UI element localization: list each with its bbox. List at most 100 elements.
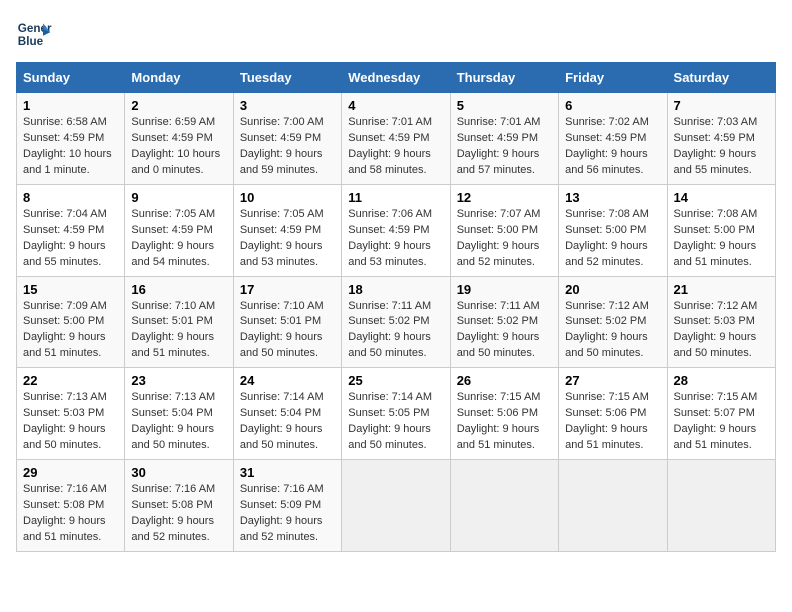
calendar-header-row: SundayMondayTuesdayWednesdayThursdayFrid…	[17, 63, 776, 93]
column-header-tuesday: Tuesday	[233, 63, 341, 93]
day-number: 5	[457, 98, 552, 113]
calendar-cell: 6 Sunrise: 7:02 AMSunset: 4:59 PMDaylight…	[559, 93, 667, 185]
calendar-cell: 14 Sunrise: 7:08 AMSunset: 5:00 PMDayligh…	[667, 184, 775, 276]
day-info: Sunrise: 7:16 AMSunset: 5:08 PMDaylight:…	[131, 482, 226, 546]
day-info: Sunrise: 7:06 AMSunset: 4:59 PMDaylight:…	[348, 207, 443, 271]
calendar-cell: 28Sunrise: 7:15 AMSunset: 5:07 PMDayligh…	[667, 368, 775, 460]
calendar-cell: 13 Sunrise: 7:08 AMSunset: 5:00 PMDayligh…	[559, 184, 667, 276]
day-number: 25	[348, 373, 443, 388]
day-info: Sunrise: 7:11 AMSunset: 5:02 PMDaylight:…	[348, 299, 443, 363]
day-info: Sunrise: 7:02 AMSunset: 4:59 PMDaylight:…	[565, 115, 660, 179]
calendar-week-3: 15 Sunrise: 7:09 AMSunset: 5:00 PMDayligh…	[17, 276, 776, 368]
day-number: 21	[674, 282, 769, 297]
day-number: 11	[348, 190, 443, 205]
calendar-cell: 7 Sunrise: 7:03 AMSunset: 4:59 PMDaylight…	[667, 93, 775, 185]
day-info: Sunrise: 6:58 AMSunset: 4:59 PMDaylight:…	[23, 115, 118, 179]
day-info: Sunrise: 7:12 AMSunset: 5:02 PMDaylight:…	[565, 299, 660, 363]
calendar-cell: 21 Sunrise: 7:12 AMSunset: 5:03 PMDayligh…	[667, 276, 775, 368]
day-number: 3	[240, 98, 335, 113]
day-info: Sunrise: 7:13 AMSunset: 5:03 PMDaylight:…	[23, 390, 118, 454]
calendar-cell: 22 Sunrise: 7:13 AMSunset: 5:03 PMDayligh…	[17, 368, 125, 460]
day-info: Sunrise: 7:15 AMSunset: 5:06 PMDaylight:…	[457, 390, 552, 454]
day-info: Sunrise: 7:16 AMSunset: 5:08 PMDaylight:…	[23, 482, 118, 546]
day-number: 1	[23, 98, 118, 113]
page-header: General Blue	[16, 16, 776, 52]
calendar-cell: 3Sunrise: 7:00 AMSunset: 4:59 PMDaylight…	[233, 93, 341, 185]
day-info: Sunrise: 6:59 AMSunset: 4:59 PMDaylight:…	[131, 115, 226, 179]
day-info: Sunrise: 7:04 AMSunset: 4:59 PMDaylight:…	[23, 207, 118, 271]
day-info: Sunrise: 7:07 AMSunset: 5:00 PMDaylight:…	[457, 207, 552, 271]
day-info: Sunrise: 7:08 AMSunset: 5:00 PMDaylight:…	[565, 207, 660, 271]
calendar-cell: 18 Sunrise: 7:11 AMSunset: 5:02 PMDayligh…	[342, 276, 450, 368]
day-number: 20	[565, 282, 660, 297]
day-info: Sunrise: 7:01 AMSunset: 4:59 PMDaylight:…	[348, 115, 443, 179]
day-number: 13	[565, 190, 660, 205]
calendar-cell: 10 Sunrise: 7:05 AMSunset: 4:59 PMDayligh…	[233, 184, 341, 276]
day-info: Sunrise: 7:12 AMSunset: 5:03 PMDaylight:…	[674, 299, 769, 363]
day-info: Sunrise: 7:05 AMSunset: 4:59 PMDaylight:…	[131, 207, 226, 271]
logo-icon: General Blue	[16, 16, 52, 52]
day-info: Sunrise: 7:15 AMSunset: 5:06 PMDaylight:…	[565, 390, 660, 454]
column-header-sunday: Sunday	[17, 63, 125, 93]
calendar-cell: 17 Sunrise: 7:10 AMSunset: 5:01 PMDayligh…	[233, 276, 341, 368]
day-number: 29	[23, 465, 118, 480]
day-number: 16	[131, 282, 226, 297]
column-header-thursday: Thursday	[450, 63, 558, 93]
day-info: Sunrise: 7:14 AMSunset: 5:04 PMDaylight:…	[240, 390, 335, 454]
day-info: Sunrise: 7:14 AMSunset: 5:05 PMDaylight:…	[348, 390, 443, 454]
day-number: 12	[457, 190, 552, 205]
day-number: 22	[23, 373, 118, 388]
calendar-cell: 8 Sunrise: 7:04 AMSunset: 4:59 PMDaylight…	[17, 184, 125, 276]
calendar-cell: 11 Sunrise: 7:06 AMSunset: 4:59 PMDayligh…	[342, 184, 450, 276]
day-number: 6	[565, 98, 660, 113]
calendar-cell: 1 Sunrise: 6:58 AMSunset: 4:59 PMDaylight…	[17, 93, 125, 185]
day-info: Sunrise: 7:01 AMSunset: 4:59 PMDaylight:…	[457, 115, 552, 179]
calendar-cell: 31 Sunrise: 7:16 AMSunset: 5:09 PMDayligh…	[233, 460, 341, 552]
calendar-week-2: 8 Sunrise: 7:04 AMSunset: 4:59 PMDaylight…	[17, 184, 776, 276]
calendar-cell: 26 Sunrise: 7:15 AMSunset: 5:06 PMDayligh…	[450, 368, 558, 460]
logo: General Blue	[16, 16, 56, 52]
calendar-cell: 9 Sunrise: 7:05 AMSunset: 4:59 PMDaylight…	[125, 184, 233, 276]
column-header-monday: Monday	[125, 63, 233, 93]
day-number: 14	[674, 190, 769, 205]
calendar-cell: 25 Sunrise: 7:14 AMSunset: 5:05 PMDayligh…	[342, 368, 450, 460]
calendar-cell	[559, 460, 667, 552]
day-number: 31	[240, 465, 335, 480]
calendar-week-1: 1 Sunrise: 6:58 AMSunset: 4:59 PMDaylight…	[17, 93, 776, 185]
day-number: 15	[23, 282, 118, 297]
column-header-friday: Friday	[559, 63, 667, 93]
day-number: 18	[348, 282, 443, 297]
day-number: 23	[131, 373, 226, 388]
day-info: Sunrise: 7:08 AMSunset: 5:00 PMDaylight:…	[674, 207, 769, 271]
day-info: Sunrise: 7:09 AMSunset: 5:00 PMDaylight:…	[23, 299, 118, 363]
calendar-cell: 15 Sunrise: 7:09 AMSunset: 5:00 PMDayligh…	[17, 276, 125, 368]
calendar-cell: 16 Sunrise: 7:10 AMSunset: 5:01 PMDayligh…	[125, 276, 233, 368]
day-number: 4	[348, 98, 443, 113]
day-info: Sunrise: 7:05 AMSunset: 4:59 PMDaylight:…	[240, 207, 335, 271]
day-number: 8	[23, 190, 118, 205]
calendar-cell	[342, 460, 450, 552]
calendar-cell: 2 Sunrise: 6:59 AMSunset: 4:59 PMDaylight…	[125, 93, 233, 185]
day-number: 2	[131, 98, 226, 113]
calendar-cell: 24 Sunrise: 7:14 AMSunset: 5:04 PMDayligh…	[233, 368, 341, 460]
day-info: Sunrise: 7:15 AMSunset: 5:07 PMDaylight:…	[674, 390, 769, 454]
day-number: 17	[240, 282, 335, 297]
day-number: 26	[457, 373, 552, 388]
day-number: 24	[240, 373, 335, 388]
day-number: 19	[457, 282, 552, 297]
day-info: Sunrise: 7:10 AMSunset: 5:01 PMDaylight:…	[240, 299, 335, 363]
day-info: Sunrise: 7:10 AMSunset: 5:01 PMDaylight:…	[131, 299, 226, 363]
day-info: Sunrise: 7:16 AMSunset: 5:09 PMDaylight:…	[240, 482, 335, 546]
day-info: Sunrise: 7:03 AMSunset: 4:59 PMDaylight:…	[674, 115, 769, 179]
calendar-cell: 29 Sunrise: 7:16 AMSunset: 5:08 PMDayligh…	[17, 460, 125, 552]
calendar-cell: 23Sunrise: 7:13 AMSunset: 5:04 PMDayligh…	[125, 368, 233, 460]
day-number: 9	[131, 190, 226, 205]
day-number: 7	[674, 98, 769, 113]
calendar-cell: 4 Sunrise: 7:01 AMSunset: 4:59 PMDaylight…	[342, 93, 450, 185]
calendar-cell: 12 Sunrise: 7:07 AMSunset: 5:00 PMDayligh…	[450, 184, 558, 276]
day-number: 10	[240, 190, 335, 205]
calendar-cell: 30Sunrise: 7:16 AMSunset: 5:08 PMDayligh…	[125, 460, 233, 552]
calendar-cell: 27 Sunrise: 7:15 AMSunset: 5:06 PMDayligh…	[559, 368, 667, 460]
svg-text:Blue: Blue	[18, 35, 44, 48]
day-number: 27	[565, 373, 660, 388]
